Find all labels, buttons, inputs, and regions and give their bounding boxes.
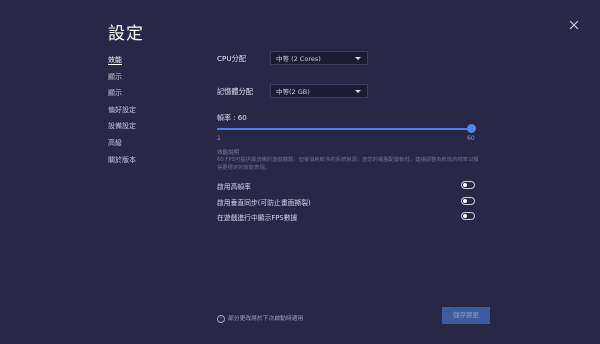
- memory-select-value: 中等(2 GB): [276, 88, 310, 96]
- toggle-knob: [463, 214, 467, 218]
- sidebar-item-display[interactable]: 顯示: [108, 69, 198, 86]
- save-button[interactable]: 儲存變更: [442, 307, 490, 324]
- performance-note-title: 效能說明: [217, 150, 240, 156]
- performance-note-body: 60 FPS可提供最流暢的遊戲體驗，但會消耗較多的系統資源；若您的電腦配置較低，…: [217, 157, 479, 171]
- sidebar-item-display-2[interactable]: 顯示: [108, 85, 198, 102]
- chevron-down-icon: [355, 57, 361, 60]
- fps-slider-track[interactable]: [217, 128, 472, 130]
- cpu-label: CPU分配: [217, 54, 246, 63]
- toggle-knob: [463, 199, 467, 203]
- fps-slider-min: 1: [217, 135, 221, 142]
- sidebar-item-device[interactable]: 設備設定: [108, 118, 198, 135]
- show-fps-label: 在遊戲進行中顯示FPS數據: [217, 214, 298, 222]
- settings-sidebar: 效能 顯示 顯示 偏好設定 設備設定 高級 關於版本: [108, 52, 198, 168]
- high-fps-toggle[interactable]: [461, 181, 475, 189]
- toggle-knob: [463, 183, 467, 187]
- sidebar-item-advanced[interactable]: 高級: [108, 135, 198, 152]
- show-fps-toggle[interactable]: [461, 212, 475, 220]
- vsync-label: 啟用垂直同步(可防止畫面撕裂): [217, 199, 311, 207]
- close-icon[interactable]: [567, 18, 581, 32]
- fps-slider-max: 60: [467, 135, 475, 142]
- sidebar-item-preferences[interactable]: 偏好設定: [108, 102, 198, 119]
- fps-slider-handle[interactable]: [467, 124, 476, 133]
- vsync-toggle[interactable]: [461, 197, 475, 205]
- high-fps-label: 啟用高幀率: [217, 183, 251, 191]
- restart-note-text: 部分更改將於下次啟動時適用: [228, 316, 304, 322]
- fps-label: 幀率 : 60: [217, 114, 247, 122]
- restart-note: i 部分更改將於下次啟動時適用: [217, 313, 303, 323]
- sidebar-item-about[interactable]: 關於版本: [108, 152, 198, 169]
- cpu-select-value: 中等 (2 Cores): [276, 55, 321, 63]
- cpu-select[interactable]: 中等 (2 Cores): [270, 51, 368, 65]
- info-icon: i: [217, 314, 225, 323]
- memory-label: 記憶體分配: [217, 87, 253, 96]
- chevron-down-icon: [355, 90, 361, 93]
- memory-select[interactable]: 中等(2 GB): [270, 84, 368, 98]
- sidebar-item-performance[interactable]: 效能: [108, 52, 198, 69]
- settings-title: 設定: [108, 24, 144, 44]
